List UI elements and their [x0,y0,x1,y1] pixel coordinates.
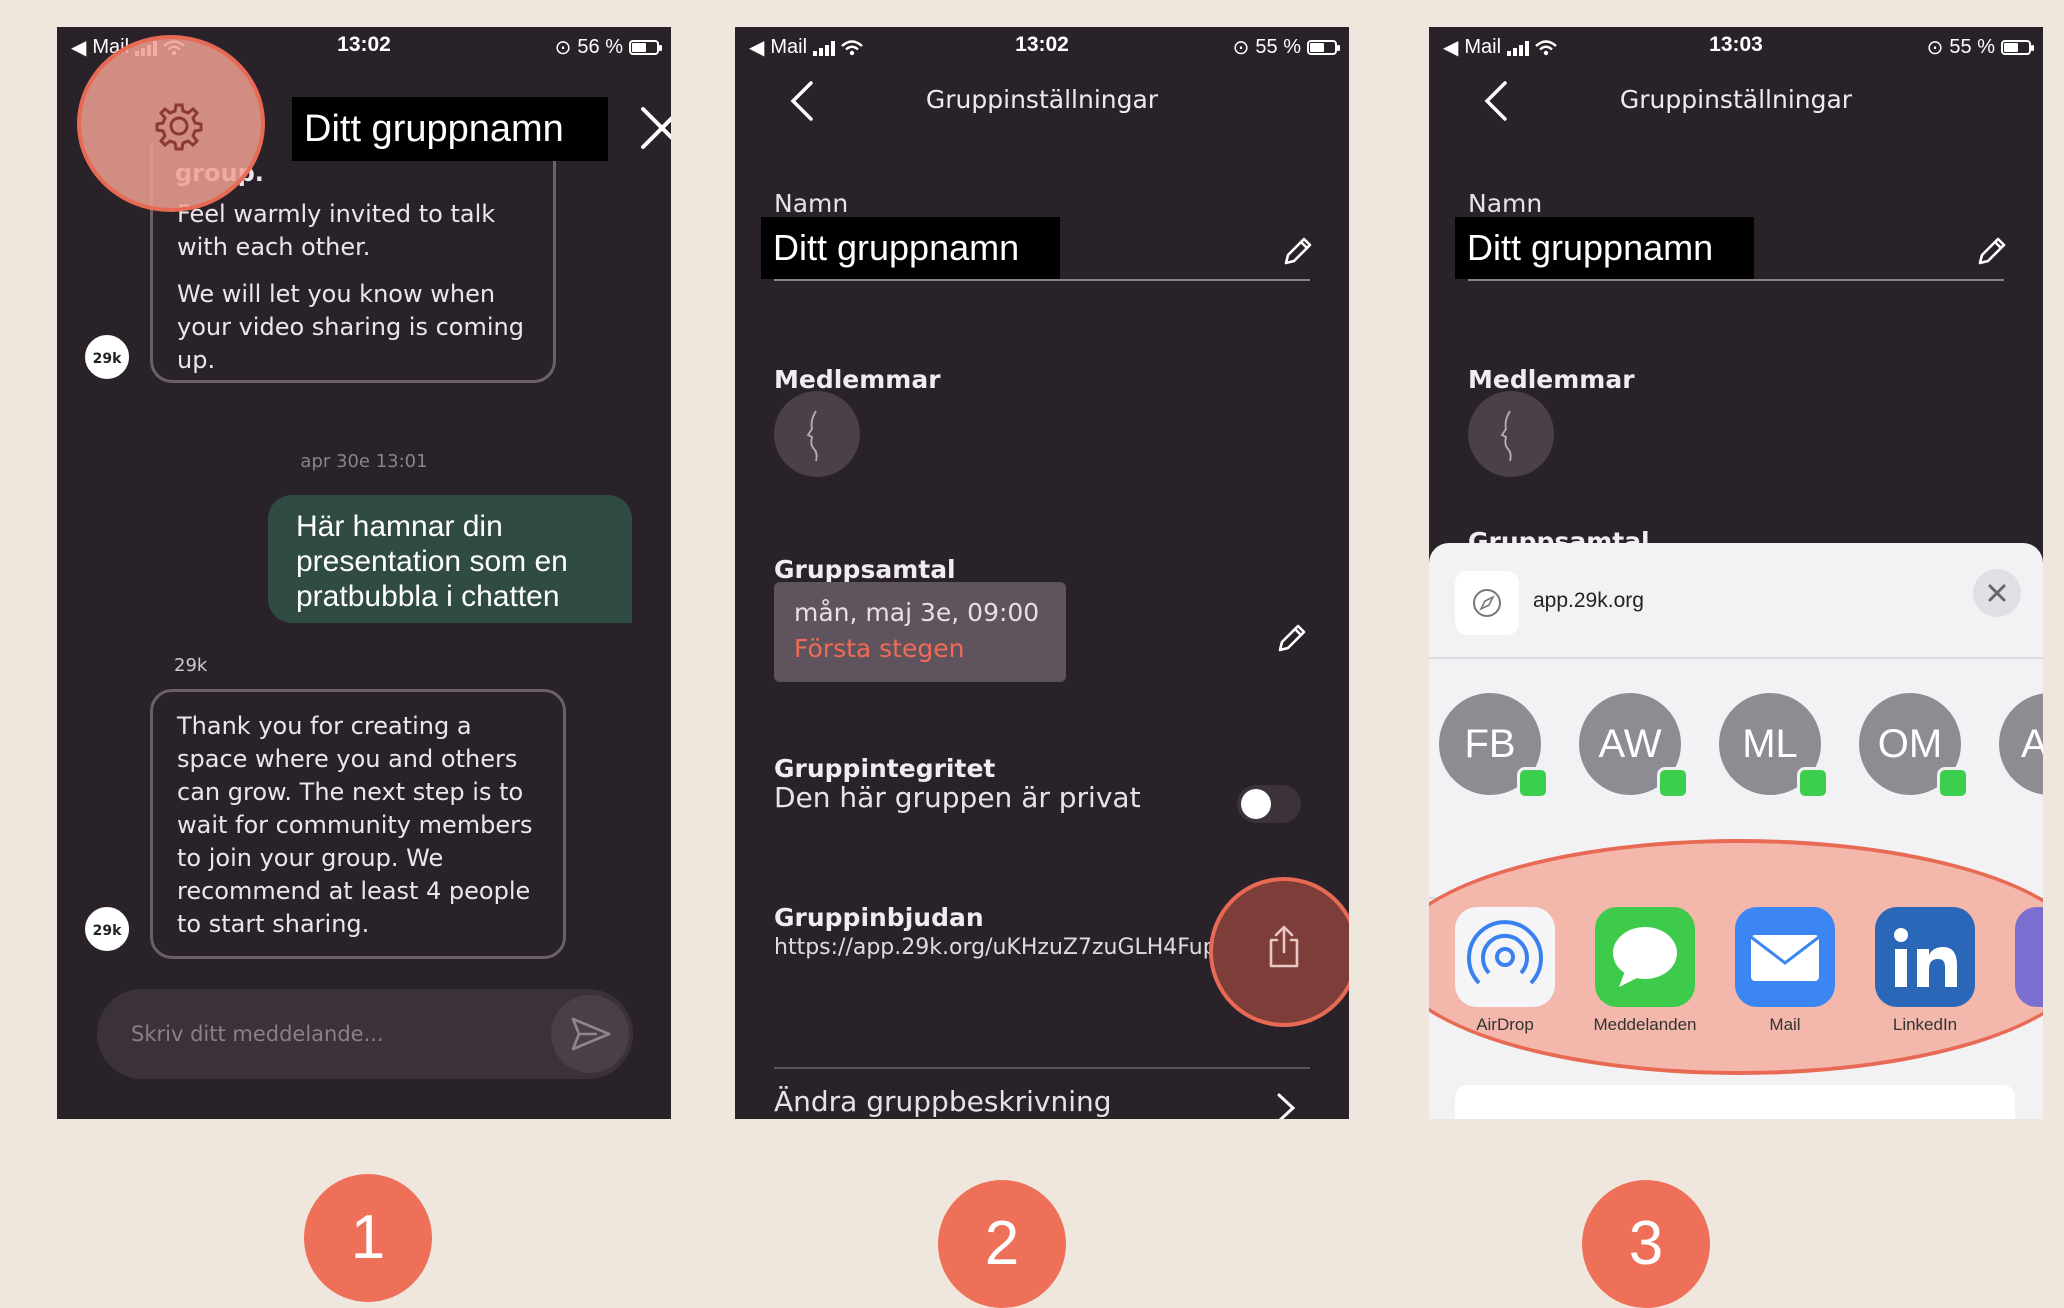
speech-bubble-icon [1613,927,1677,987]
share-screen: ◀ Mail 13:03 ⊙ 55 % Gruppinställningar Nam… [1429,27,2043,1119]
orientation-lock-icon: ⊙ [554,37,572,59]
invite-heading: Gruppinbjudan [774,903,984,932]
close-icon [1988,584,2006,602]
member-avatar[interactable] [774,391,860,477]
privacy-description: Den här gruppen är privat [774,781,1141,814]
composer-placeholder: Skriv ditt meddelande... [131,1022,384,1046]
message-timestamp: apr 30e 13:01 [300,451,428,472]
app-mail[interactable] [1735,907,1835,1007]
battery-percent: 55 % [1949,36,1995,58]
name-label: Namn [774,189,849,218]
messages-badge-icon [1657,767,1689,799]
name-label: Namn [1468,189,1543,218]
app-label: Meddelanden [1593,1015,1697,1034]
privacy-heading: Gruppintegritet [774,754,996,783]
call-title: Första stegen [794,634,965,663]
group-name-field[interactable]: Ditt gruppnamn [761,217,1060,279]
orientation-lock-icon: ⊙ [1926,37,1944,59]
welcome-line: Feel warmly invited to talk with each ot… [177,200,496,261]
members-heading: Medlemmar [1468,365,1635,394]
battery-percent: 56 % [577,36,623,58]
envelope-icon [1750,935,1820,981]
status-bar: ◀ Mail 13:02 ⊙ 55 % [735,27,1349,63]
battery-percent: 55 % [1255,36,1301,58]
edit-description-link[interactable]: Ändra gruppbeskrivning [774,1085,1112,1118]
call-date: mån, maj 3e, 09:00 [794,598,1040,627]
battery-icon [2001,40,2034,55]
linkedin-icon [1894,928,1957,987]
avatar[interactable]: 29k [83,905,131,953]
share-icon[interactable] [1265,924,1303,970]
contact-avatar[interactable]: A [1999,693,2043,795]
close-icon[interactable] [639,105,671,151]
avatar[interactable]: 29k [83,333,131,381]
member-avatar[interactable] [1468,391,1554,477]
airdrop-icon [1467,920,1543,985]
invite-link[interactable]: https://app.29k.org/uKHzuZ7zuGLH4Fup7 [774,935,1231,960]
messages-badge-icon [1517,767,1549,799]
toggle-knob [1241,789,1271,819]
divider [1429,657,2043,659]
call-heading: Gruppsamtal [774,555,956,584]
messages-badge-icon [1937,767,1969,799]
outgoing-message: Här hamnar din presentation som en pratb… [268,495,632,623]
send-icon [571,1017,611,1051]
battery-icon [1307,40,1340,55]
page-title: Gruppinställningar [925,85,1159,114]
group-name-field[interactable]: Ditt gruppnamn [1455,217,1754,279]
group-title: Ditt gruppnamn [292,97,608,161]
app-more[interactable] [2015,907,2043,1007]
app-label: AirDrop [1476,1015,1534,1034]
close-share-button[interactable] [1973,569,2021,617]
scheduled-call-card[interactable]: mån, maj 3e, 09:00 Första stegen [774,582,1066,682]
app-linkedin[interactable] [1875,907,1975,1007]
edit-call-pencil-icon[interactable] [1274,622,1308,656]
app-label: LinkedIn [1892,1015,1958,1034]
battery-icon [629,40,662,55]
send-button[interactable] [551,995,629,1073]
edit-name-pencil-icon[interactable] [1974,235,2008,269]
sender-name: 29k [174,655,208,676]
chevron-right-icon [1277,1093,1296,1119]
messages-badge-icon [1797,767,1829,799]
welcome-line: We will let you know when your video sha… [177,280,524,374]
gear-icon[interactable] [154,101,204,151]
face-outline-icon [806,410,818,462]
name-underline [1468,279,2004,281]
chat-screen: ◀Mail 13:02 ⊙56 % group. Feel warmly inv… [57,27,671,1119]
settings-screen: ◀ Mail 13:02 ⊙ 55 % Gruppinställningar Nam… [735,27,1349,1119]
name-underline [774,279,1310,281]
step-number: 3 [1582,1180,1710,1308]
status-bar: ◀ Mail 13:03 ⊙ 55 % [1429,27,2043,63]
step-number: 2 [938,1180,1066,1308]
app-airdrop[interactable] [1455,907,1555,1007]
members-heading: Medlemmar [774,365,941,394]
app-label: Mail [1769,1015,1801,1034]
privacy-toggle[interactable] [1237,785,1301,823]
page-title: Gruppinställningar [1619,85,1853,114]
shared-url: app.29k.org [1533,589,1644,612]
step-number: 1 [304,1174,432,1302]
edit-name-pencil-icon[interactable] [1280,235,1314,269]
divider [774,1067,1310,1069]
compass-icon [1473,589,1501,617]
message-composer[interactable]: Skriv ditt meddelande... [97,989,633,1079]
url-thumbnail [1455,571,1519,635]
incoming-message: Thank you for creating a space where you… [150,689,566,959]
app-messages[interactable] [1595,907,1695,1007]
copy-action-row[interactable] [1455,1085,2015,1119]
face-outline-icon [1500,410,1512,462]
orientation-lock-icon: ⊙ [1232,37,1250,59]
